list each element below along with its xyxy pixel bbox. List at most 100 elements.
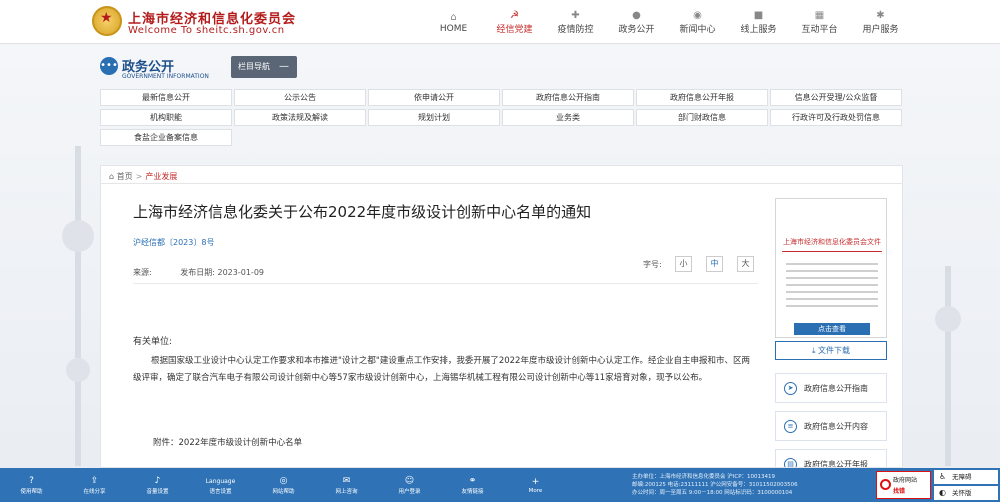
tower-sphere-upper (62, 220, 94, 252)
care-mode-label: 关怀版 (952, 489, 972, 497)
category-link[interactable]: 信息公开受理/公众监督 (770, 89, 902, 106)
category-link[interactable]: 食盐企业备案信息 (100, 129, 232, 146)
site-header: 上海市经济和信息化委员会 Welcome To sheitc.sh.gov.cn… (0, 0, 1000, 44)
care-mode-button[interactable]: ◐ 关怀版 (934, 486, 998, 500)
toggle-label: 栏目导航 (238, 62, 270, 71)
footer-info-line: 主办单位：上海市经济和信息化委员会 沪ICP：10013419 (632, 474, 776, 480)
report-icon: ▤ (784, 458, 797, 467)
sidebar-link-guide[interactable]: ➤ 政府信息公开指南 (775, 373, 887, 403)
tool-login[interactable]: ☺ 用户登录 (378, 468, 441, 502)
article-body: 根据国家级工业设计中心认定工作要求和本市推进"设计之都"建设重点工作安排，我委开… (133, 356, 750, 383)
tool-label: 网站帮助 (272, 488, 295, 495)
tower-illustration-left (75, 146, 81, 466)
sidebar-link-label: 政府信息公开内容 (804, 422, 868, 431)
category-link[interactable]: 依申请公开 (368, 89, 500, 106)
date-label: 发布日期: (180, 268, 215, 277)
category-link[interactable]: 政府信息公开指南 (502, 89, 634, 106)
user-icon: ✱ (876, 10, 885, 21)
tool-site-help[interactable]: ◎ 网站帮助 (252, 468, 315, 502)
footer-info-line: 办公时间：周一至周五 9:00－18:00 网站标识码：3100000104 (632, 490, 793, 496)
tool-share[interactable]: ⇪ 在线分享 (63, 468, 126, 502)
accessibility-icon: ♿ (939, 472, 947, 481)
download-label: 文件下载 (818, 346, 851, 355)
collapse-icon: — (279, 61, 289, 72)
gov-info-section: ••• 政务公开 GOVERNMENT INFORMATION 栏目导航 — 最新… (100, 55, 903, 155)
sidebar-link-content[interactable]: ≡ 政府信息公开内容 (775, 411, 887, 441)
breadcrumb-home[interactable]: 首页 (117, 172, 133, 181)
nav-item-party-building[interactable]: ☭ 经信党建 (484, 0, 545, 44)
font-size-small-button[interactable]: 小 (675, 256, 692, 272)
login-icon: ☺ (404, 475, 415, 486)
tool-label: 使用帮助 (20, 488, 43, 495)
category-link[interactable]: 最新信息公开 (100, 89, 232, 106)
tower-sphere-lower (66, 358, 90, 382)
nav-item-online-service[interactable]: ■ 线上服务 (728, 0, 789, 44)
tool-label: 友情链接 (461, 488, 484, 495)
tool-label: 网上咨询 (335, 488, 358, 495)
category-link[interactable]: 公示公告 (234, 89, 366, 106)
chat-bubble-icon: ••• (100, 57, 118, 75)
nav-label: HOME (439, 23, 468, 34)
tool-label: 语言设置 (209, 488, 232, 495)
home-icon: ⌂ (109, 172, 115, 181)
category-link[interactable]: 业务类 (502, 109, 634, 126)
tool-label: 音量设置 (146, 488, 169, 495)
tool-language[interactable]: Language 语言设置 (189, 468, 252, 502)
article-panel: ⌂ 首页 > 产业发展 上海市经济信息化委关于公布2022年度市级设计创新中心名单的… (100, 165, 903, 468)
view-document-button[interactable]: 点击查看 (794, 323, 870, 335)
magnifier-icon (880, 479, 891, 490)
column-nav-toggle[interactable]: 栏目导航 — (231, 56, 297, 78)
nav-label: 经信党建 (496, 25, 533, 35)
breadcrumb-current[interactable]: 产业发展 (145, 172, 177, 181)
tool-more[interactable]: + More (504, 468, 567, 502)
tool-links[interactable]: ⚭ 友情链接 (441, 468, 504, 502)
divider (133, 283, 758, 284)
category-link[interactable]: 部门财政信息 (636, 109, 768, 126)
nav-item-epidemic[interactable]: ✚ 疫情防控 (545, 0, 606, 44)
tool-consult[interactable]: ✉ 网上咨询 (315, 468, 378, 502)
share-icon: ⇪ (90, 475, 99, 486)
gov-site-error-report-button[interactable]: 政府网站 找错 (876, 471, 931, 499)
sidebar-link-annual-report[interactable]: ▤ 政府信息公开年报 (775, 449, 887, 468)
tool-help[interactable]: ? 使用帮助 (0, 468, 63, 502)
category-grid: 最新信息公开 公示公告 依申请公开 政府信息公开指南 政府信息公开年报 信息公开… (100, 89, 903, 146)
category-link[interactable]: 行政许可及行政处罚信息 (770, 109, 902, 126)
salutation: 有关单位: (133, 337, 173, 347)
footer-info-line: 邮编:200125 电话:23111111 沪公网安备号：31011502003… (632, 482, 798, 488)
font-size-large-button[interactable]: 大 (737, 256, 754, 272)
sidebar-link-label: 政府信息公开年报 (804, 460, 868, 468)
nav-item-home[interactable]: ⌂ HOME (423, 0, 484, 44)
attachment-link[interactable]: 附件：2022年度市级设计创新中心名单 (153, 436, 302, 448)
nav-label: 疫情防控 (557, 25, 594, 35)
file-download-button[interactable]: ⤓ 文件下载 (775, 341, 887, 360)
category-link[interactable]: 机构职能 (100, 109, 232, 126)
nav-item-user-service[interactable]: ✱ 用户服务 (850, 0, 911, 44)
nav-label: 线上服务 (740, 25, 777, 35)
tool-volume[interactable]: ♪ 音量设置 (126, 468, 189, 502)
accessibility-button[interactable]: ♿ 无障碍 (934, 470, 998, 484)
nav-item-interaction[interactable]: ▦ 互动平台 (789, 0, 850, 44)
consult-icon: ✉ (342, 475, 351, 486)
category-link[interactable]: 规划计划 (368, 109, 500, 126)
nav-item-news[interactable]: ◉ 新闻中心 (667, 0, 728, 44)
category-link[interactable]: 政府信息公开年报 (636, 89, 768, 106)
main-nav: ⌂ HOME ☭ 经信党建 ✚ 疫情防控 ● 政务公开 ◉ 新闻中心 ■ 线上服务 ▦ 互动平… (423, 0, 911, 44)
volume-icon: ♪ (154, 475, 161, 486)
publish-date: 2023-01-09 (217, 268, 265, 277)
nav-item-gov-info[interactable]: ● 政务公开 (606, 0, 667, 44)
site-url-tagline: Welcome To sheitc.sh.gov.cn (128, 25, 285, 36)
document-thumbnail[interactable]: 上海市经济和信息化委员会文件 点击查看 (775, 198, 887, 338)
accessibility-label: 无障碍 (952, 473, 972, 481)
language-icon: Language (205, 477, 236, 485)
category-link[interactable]: 政策法规及解读 (234, 109, 366, 126)
party-emblem-icon: ☭ (510, 10, 519, 21)
nav-label: 用户服务 (862, 25, 899, 35)
font-size-medium-button[interactable]: 中 (706, 256, 723, 272)
document-header-text: 上海市经济和信息化委员会文件 (783, 238, 881, 246)
divider (782, 251, 882, 252)
site-help-icon: ◎ (279, 475, 288, 486)
breadcrumb: ⌂ 首页 > 产业发展 (109, 172, 178, 181)
document-text-lines (786, 263, 878, 312)
emblem-logo-icon[interactable] (92, 6, 122, 36)
compass-icon: ➤ (784, 382, 797, 395)
